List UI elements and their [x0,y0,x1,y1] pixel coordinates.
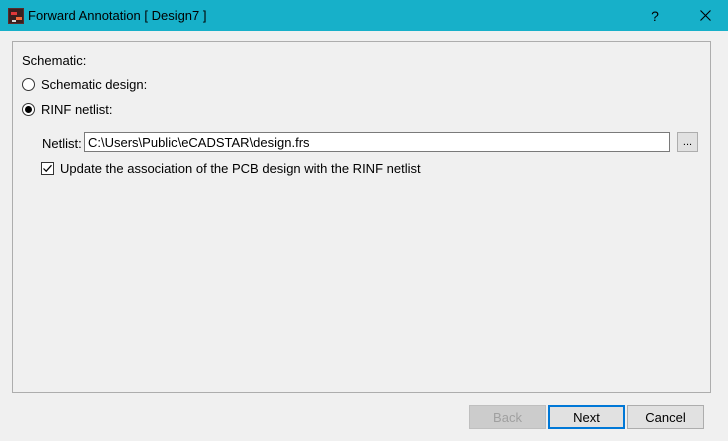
radio-button-unchecked[interactable] [22,78,35,91]
radio-button-checked[interactable] [22,103,35,116]
next-button[interactable]: Next [548,405,625,429]
window-title: Forward Annotation [ Design7 ] [28,8,207,23]
cancel-button[interactable]: Cancel [627,405,704,429]
netlist-path-input[interactable] [84,132,670,152]
radio-schematic-design-label: Schematic design: [41,77,148,92]
netlist-label: Netlist: [42,136,82,151]
radio-rinf-netlist-label: RINF netlist: [41,102,113,117]
help-button[interactable]: ? [632,0,678,31]
schematic-group-label: Schematic: [22,53,87,68]
update-association-checkbox-row[interactable]: Update the association of the PCB design… [41,161,421,176]
update-association-label: Update the association of the PCB design… [60,161,421,176]
update-association-checkbox[interactable] [41,162,54,175]
close-icon [699,10,711,21]
radio-rinf-netlist[interactable]: RINF netlist: [22,102,113,117]
radio-schematic-design[interactable]: Schematic design: [22,77,147,92]
close-button[interactable] [682,0,728,31]
back-button[interactable]: Back [469,405,546,429]
options-panel [12,41,711,393]
title-bar[interactable]: Forward Annotation [ Design7 ] ? [0,0,728,31]
checkmark-icon [43,164,52,173]
browse-button[interactable]: ... [677,132,698,152]
app-icon [8,8,24,24]
